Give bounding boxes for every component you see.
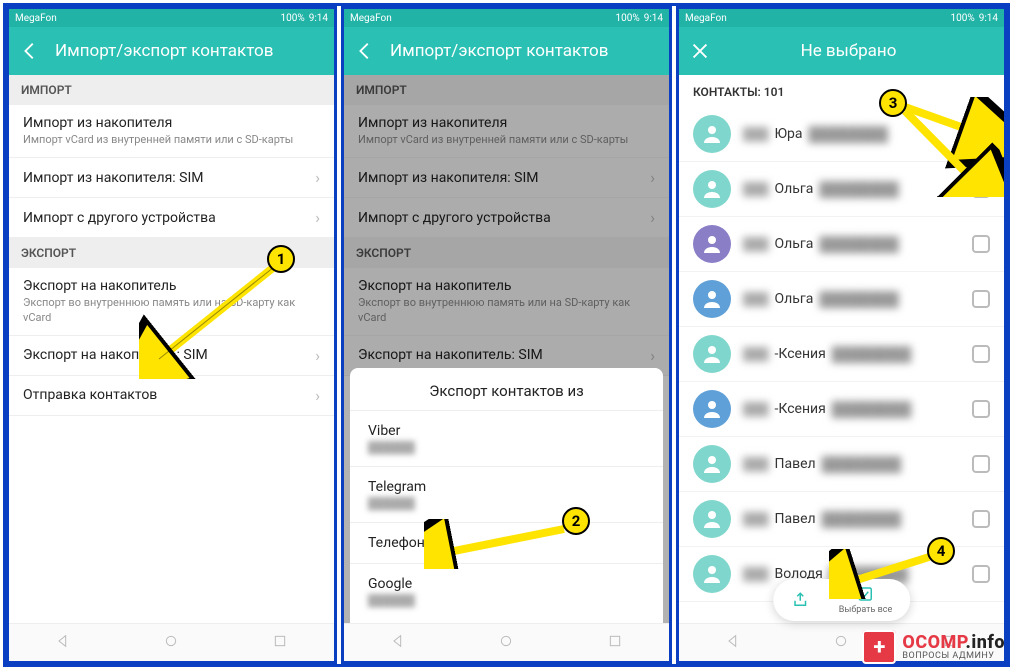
status-bar: MegaFon 100% 9:14 (679, 9, 1004, 27)
contacts-count: КОНТАКТЫ: 101 (679, 75, 1004, 107)
screenshot-3: MegaFon 100% 9:14 Не выбрано КОНТАКТЫ: 1… (676, 6, 1007, 664)
contact-name: ███-Ксения████████ (743, 401, 960, 418)
contact-name: ███Юра████████ (743, 126, 960, 143)
contact-row[interactable]: ███Ольга████████ (679, 217, 1004, 272)
row-import-sim[interactable]: Импорт из накопителя: SIM › (9, 158, 334, 198)
row-export-sim[interactable]: Экспорт на накопитель: SIM › (9, 336, 334, 376)
chevron-right-icon: › (315, 346, 320, 365)
avatar-icon (693, 170, 731, 208)
contact-name: ███Ольга████████ (743, 291, 960, 308)
export-from-sheet: Экспорт контактов из Viber██████ Telegra… (350, 368, 663, 623)
carrier-label: MegaFon (15, 13, 57, 24)
watermark-badge-icon: + (862, 630, 896, 664)
contact-name: ███-Ксения████████ (743, 346, 960, 363)
nav-back-icon[interactable] (725, 633, 741, 653)
nav-home-icon[interactable] (833, 633, 849, 653)
avatar-icon (693, 115, 731, 153)
app-header: Импорт/экспорт контактов (9, 27, 334, 75)
avatar-icon (693, 390, 731, 428)
contact-name: ███Ольга████████ (743, 181, 960, 198)
modal-overlay[interactable]: Экспорт контактов из Viber██████ Telegra… (344, 75, 669, 623)
annotation-marker-1: 1 (267, 245, 295, 273)
time-label: 9:14 (309, 13, 328, 24)
row-import-storage[interactable]: Импорт из накопителя Импорт vCard из вну… (9, 105, 334, 158)
avatar-icon (693, 280, 731, 318)
floating-action-bar: Выбрать все (773, 579, 910, 621)
contact-name: ███Ольга████████ (743, 236, 960, 253)
nav-recent-icon[interactable] (607, 633, 623, 653)
android-navbar (9, 623, 334, 661)
battery-label: 100% (281, 13, 305, 24)
annotation-marker-2: 2 (562, 507, 590, 535)
checkbox[interactable] (972, 565, 990, 583)
page-title: Импорт/экспорт контактов (55, 41, 324, 61)
checkbox[interactable] (972, 510, 990, 528)
select-all-button[interactable]: Выбрать все (839, 585, 892, 615)
page-title: Не выбрано (703, 41, 994, 61)
row-import-other[interactable]: Импорт с другого устройства › (9, 198, 334, 238)
contact-name: ███Павел████████ (743, 456, 960, 473)
contact-row[interactable]: ███Павел████████ (679, 492, 1004, 547)
checkbox[interactable] (972, 180, 990, 198)
contact-row[interactable]: ███-Ксения████████ (679, 382, 1004, 437)
annotation-marker-4: 4 (927, 537, 955, 565)
watermark: + OCOMP.info ВОПРОСЫ АДМИНУ (862, 630, 1005, 664)
page-title: Импорт/экспорт контактов (390, 41, 659, 61)
avatar-icon (693, 500, 731, 538)
app-header: Не выбрано (679, 27, 1004, 75)
avatar-icon (693, 335, 731, 373)
status-bar: MegaFon 100% 9:14 (9, 9, 334, 27)
checkbox[interactable] (972, 400, 990, 418)
android-navbar (344, 623, 669, 661)
app-header: Импорт/экспорт контактов (344, 27, 669, 75)
back-button[interactable] (19, 40, 41, 62)
nav-back-icon[interactable] (390, 633, 406, 653)
screenshot-2: MegaFon 100% 9:14 Импорт/экспорт контакт… (341, 6, 672, 664)
chevron-right-icon: › (315, 386, 320, 405)
status-bar: MegaFon 100% 9:14 (344, 9, 669, 27)
annotation-marker-3: 3 (879, 89, 907, 117)
avatar-icon (693, 445, 731, 483)
avatar-icon (693, 225, 731, 263)
contact-row[interactable]: ███Юра████████ (679, 107, 1004, 162)
checkbox[interactable] (972, 125, 990, 143)
option-telegram[interactable]: Telegram██████ (350, 466, 663, 522)
checkbox[interactable] (972, 455, 990, 473)
contact-row[interactable]: ███Ольга████████ (679, 162, 1004, 217)
screenshot-1: MegaFon 100% 9:14 Импорт/экспорт контакт… (6, 6, 337, 664)
row-send-contacts[interactable]: Отправка контактов › (9, 376, 334, 416)
row-export-storage[interactable]: Экспорт на накопитель Экспорт во внутрен… (9, 268, 334, 336)
sheet-title: Экспорт контактов из (350, 368, 663, 410)
nav-home-icon[interactable] (498, 633, 514, 653)
share-button[interactable] (791, 591, 809, 609)
section-import: ИМПОРТ (9, 75, 334, 105)
option-viber[interactable]: Viber██████ (350, 410, 663, 466)
chevron-right-icon: › (315, 208, 320, 227)
chevron-right-icon: › (315, 168, 320, 187)
back-button[interactable] (354, 40, 376, 62)
contact-row[interactable]: ███-Ксения████████ (679, 327, 1004, 382)
nav-recent-icon[interactable] (272, 633, 288, 653)
checkbox[interactable] (972, 345, 990, 363)
checkbox[interactable] (972, 235, 990, 253)
contact-row[interactable]: ███Павел████████ (679, 437, 1004, 492)
nav-home-icon[interactable] (163, 633, 179, 653)
avatar-icon (693, 555, 731, 593)
checkbox[interactable] (972, 290, 990, 308)
nav-back-icon[interactable] (55, 633, 71, 653)
contact-row[interactable]: ███Ольга████████ (679, 272, 1004, 327)
contact-name: ███Павел████████ (743, 511, 960, 528)
option-phone[interactable]: Телефон (350, 522, 663, 563)
option-google[interactable]: Google██████ (350, 563, 663, 619)
